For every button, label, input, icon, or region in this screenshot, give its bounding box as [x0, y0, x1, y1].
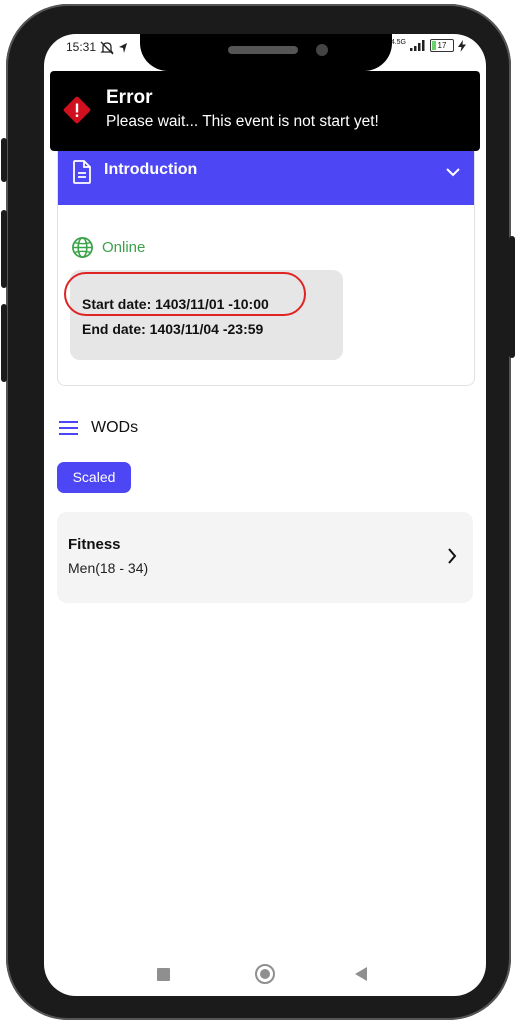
front-camera — [316, 44, 328, 56]
camera-notch — [140, 34, 392, 71]
wods-label: WODs — [91, 419, 139, 436]
online-indicator: Online — [71, 236, 145, 259]
online-label: Online — [102, 239, 146, 256]
phone-frame: 15:31 4.5G 17 Introduction Online Start … — [1, 4, 515, 1020]
charging-icon — [458, 39, 466, 52]
status-bar-right: 4.5G 17 — [391, 39, 466, 52]
toast-message: Please wait... This event is not start y… — [106, 113, 379, 130]
recent-apps-button[interactable] — [157, 968, 170, 981]
phone-side-button — [509, 236, 515, 358]
mute-icon — [100, 41, 114, 55]
home-button[interactable] — [255, 964, 275, 984]
battery-icon: 17 — [430, 39, 454, 52]
back-button[interactable] — [355, 967, 367, 981]
network-label: 4.5G — [390, 39, 406, 46]
globe-icon — [72, 237, 93, 258]
wod-list-item[interactable]: Fitness Men(18 - 34) — [57, 512, 473, 603]
wod-item-subtitle: Men(18 - 34) — [68, 560, 149, 576]
chevron-down-icon[interactable] — [446, 167, 460, 177]
phone-side-button — [1, 138, 7, 182]
status-time: 15:31 — [66, 40, 97, 54]
introduction-title: Introduction — [104, 161, 198, 178]
navigation-icon — [119, 43, 128, 53]
signal-icon — [410, 40, 425, 51]
wods-header[interactable]: WODs — [58, 419, 138, 437]
scaled-tag-button[interactable]: Scaled — [57, 462, 131, 493]
system-nav-bar — [44, 956, 486, 996]
status-bar-left: 15:31 — [66, 40, 128, 55]
document-icon — [73, 160, 91, 184]
error-toast[interactable]: Error Please wait... This event is not s… — [50, 71, 480, 151]
menu-icon — [59, 421, 78, 435]
phone-side-button — [1, 304, 7, 382]
battery-percent: 17 — [437, 41, 447, 50]
chevron-right-icon — [448, 548, 457, 564]
introduction-header[interactable]: Introduction — [58, 145, 474, 205]
introduction-card: Introduction Online Start date: 1403/11/… — [57, 124, 475, 386]
wod-item-title: Fitness — [68, 536, 121, 553]
screen: 15:31 4.5G 17 Introduction Online Start … — [44, 34, 486, 996]
battery-level — [432, 41, 436, 50]
phone-side-button — [1, 210, 7, 288]
start-date-highlight — [64, 272, 306, 316]
end-date: End date: 1403/11/04 -23:59 — [82, 321, 264, 337]
toast-title: Error — [106, 87, 153, 108]
error-icon — [63, 96, 91, 124]
speaker-grille — [228, 46, 298, 54]
